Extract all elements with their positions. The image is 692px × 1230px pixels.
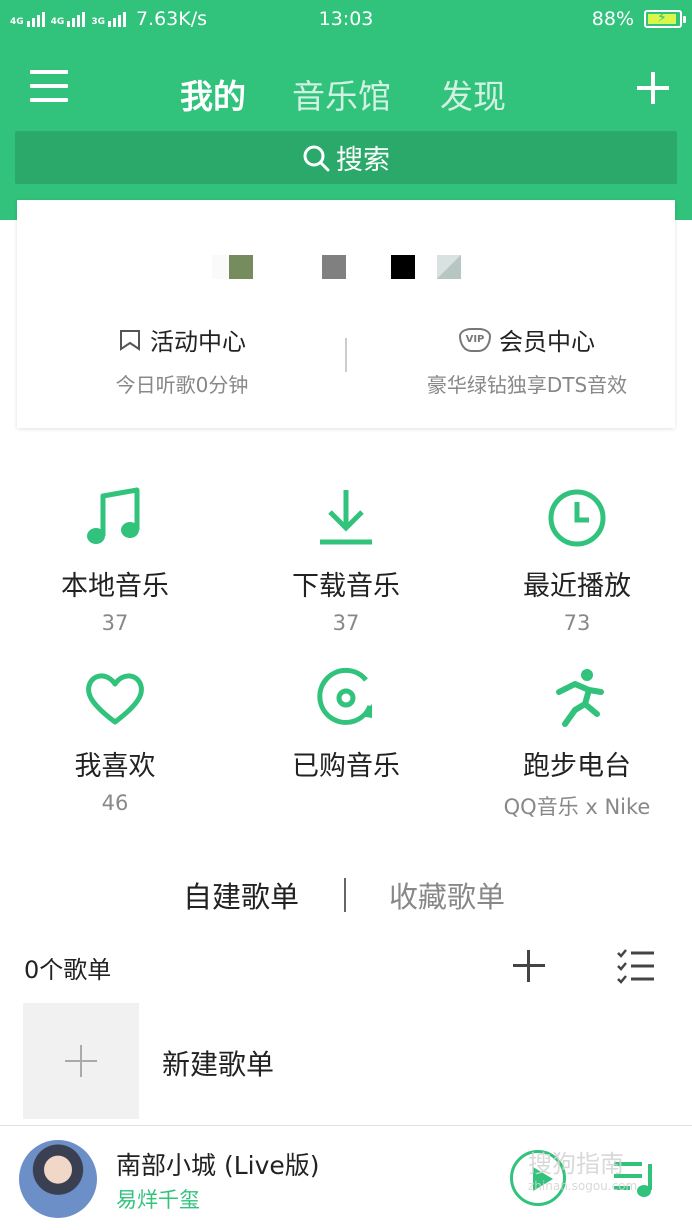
grid-item-downloads[interactable]: 下载音乐 37 — [231, 486, 461, 635]
grid-label: 最近播放 — [523, 571, 631, 602]
grid-item-favorites[interactable]: 我喜欢 46 — [0, 666, 230, 815]
download-icon — [320, 490, 372, 545]
grid-count: 37 — [101, 611, 129, 635]
grid-label: 我喜欢 — [74, 751, 156, 782]
activity-center[interactable]: 活动中心 今日听歌0分钟 — [67, 322, 297, 398]
activity-center-title: 活动中心 — [150, 328, 246, 356]
disc-icon — [317, 667, 373, 725]
card-divider — [345, 338, 347, 372]
playlist-count: 0个歌单 — [24, 956, 112, 984]
song-artist: 易烊千玺 — [116, 1188, 200, 1212]
bookmark-icon — [120, 329, 140, 351]
grid-count: 73 — [563, 611, 591, 635]
new-playlist-label[interactable]: 新建歌单 — [162, 1043, 274, 1083]
grid-label: 下载音乐 — [292, 571, 400, 602]
grid-count: 46 — [101, 791, 129, 815]
battery-icon: ⚡ — [644, 10, 686, 28]
header: 4G 4G 3G 7.63K/s 13:03 88% ⚡ 我的 音乐馆 发现 搜… — [0, 0, 692, 220]
status-right: 88% ⚡ — [591, 8, 686, 30]
new-playlist-plus-icon[interactable] — [23, 1003, 139, 1119]
clock-icon — [548, 489, 606, 547]
grid-label: 本地音乐 — [61, 571, 169, 602]
tab-discover[interactable]: 发现 — [440, 70, 506, 118]
watermark: 搜狗指南 zhinan.sogou.com — [528, 1144, 637, 1193]
playlist-tabs: 自建歌单 收藏歌单 — [0, 874, 692, 914]
vip-badge-icon: VIP — [459, 327, 491, 352]
mini-player[interactable]: 南部小城 (Live版) 易烊千玺 搜狗指南 zhinan.sogou.com — [0, 1125, 692, 1230]
grid-label: 已购音乐 — [292, 751, 400, 782]
activity-center-subtitle: 今日听歌0分钟 — [115, 373, 249, 397]
vip-center-subtitle: 豪华绿钻独享DTS音效 — [426, 373, 628, 397]
grid-count: 37 — [332, 611, 360, 635]
vip-center-title-row: VIP 会员中心 — [387, 322, 667, 357]
heart-icon — [86, 673, 144, 725]
tab-mine[interactable]: 我的 — [180, 70, 246, 118]
battery-percent: 88% — [591, 8, 634, 30]
playlist-tab-divider — [344, 878, 346, 912]
banner-dot-2 — [229, 255, 253, 279]
banner-dot-3 — [322, 255, 346, 279]
vip-center[interactable]: VIP 会员中心 豪华绿钻独享DTS音效 — [387, 322, 667, 398]
watermark-text: 搜狗指南 — [528, 1150, 624, 1178]
song-title: 南部小城 (Live版) — [116, 1151, 320, 1180]
grid-item-local-music[interactable]: 本地音乐 37 — [0, 486, 230, 635]
watermark-sub: zhinan.sogou.com — [528, 1179, 638, 1193]
banner-dot-4 — [391, 255, 415, 279]
music-note-icon — [87, 487, 140, 544]
grid-item-running-radio[interactable]: 跑步电台 QQ音乐 x Nike — [462, 666, 692, 821]
add-playlist-icon[interactable] — [513, 950, 545, 982]
feature-card: 活动中心 今日听歌0分钟 VIP 会员中心 豪华绿钻独享DTS音效 — [17, 200, 675, 428]
top-tabs: 我的 音乐馆 发现 — [0, 70, 692, 116]
banner-dot-5 — [437, 255, 461, 279]
search-icon — [303, 145, 330, 171]
album-cover[interactable] — [19, 1140, 97, 1218]
grid-item-purchased[interactable]: 已购音乐 — [231, 666, 461, 791]
banner-indicators — [17, 255, 675, 279]
runner-icon — [556, 669, 604, 727]
tab-collected-playlists[interactable]: 收藏歌单 — [389, 874, 505, 916]
search-label: 搜索 — [336, 145, 390, 176]
search-bar[interactable]: 搜索 — [15, 131, 677, 184]
tab-created-playlists[interactable]: 自建歌单 — [183, 874, 299, 916]
manage-list-icon[interactable] — [616, 948, 656, 984]
status-bar: 4G 4G 3G 7.63K/s 13:03 88% ⚡ — [0, 0, 692, 38]
status-time: 13:03 — [318, 8, 374, 30]
activity-center-title-row: 活动中心 — [67, 322, 297, 357]
grid-item-recent[interactable]: 最近播放 73 — [462, 486, 692, 635]
grid-count: QQ音乐 x Nike — [503, 795, 651, 819]
grid-label: 跑步电台 — [523, 751, 631, 782]
add-icon[interactable] — [636, 68, 670, 108]
vip-badge-text: VIP — [465, 334, 485, 345]
vip-center-title: 会员中心 — [499, 328, 595, 356]
tab-music-hall[interactable]: 音乐馆 — [292, 70, 391, 118]
